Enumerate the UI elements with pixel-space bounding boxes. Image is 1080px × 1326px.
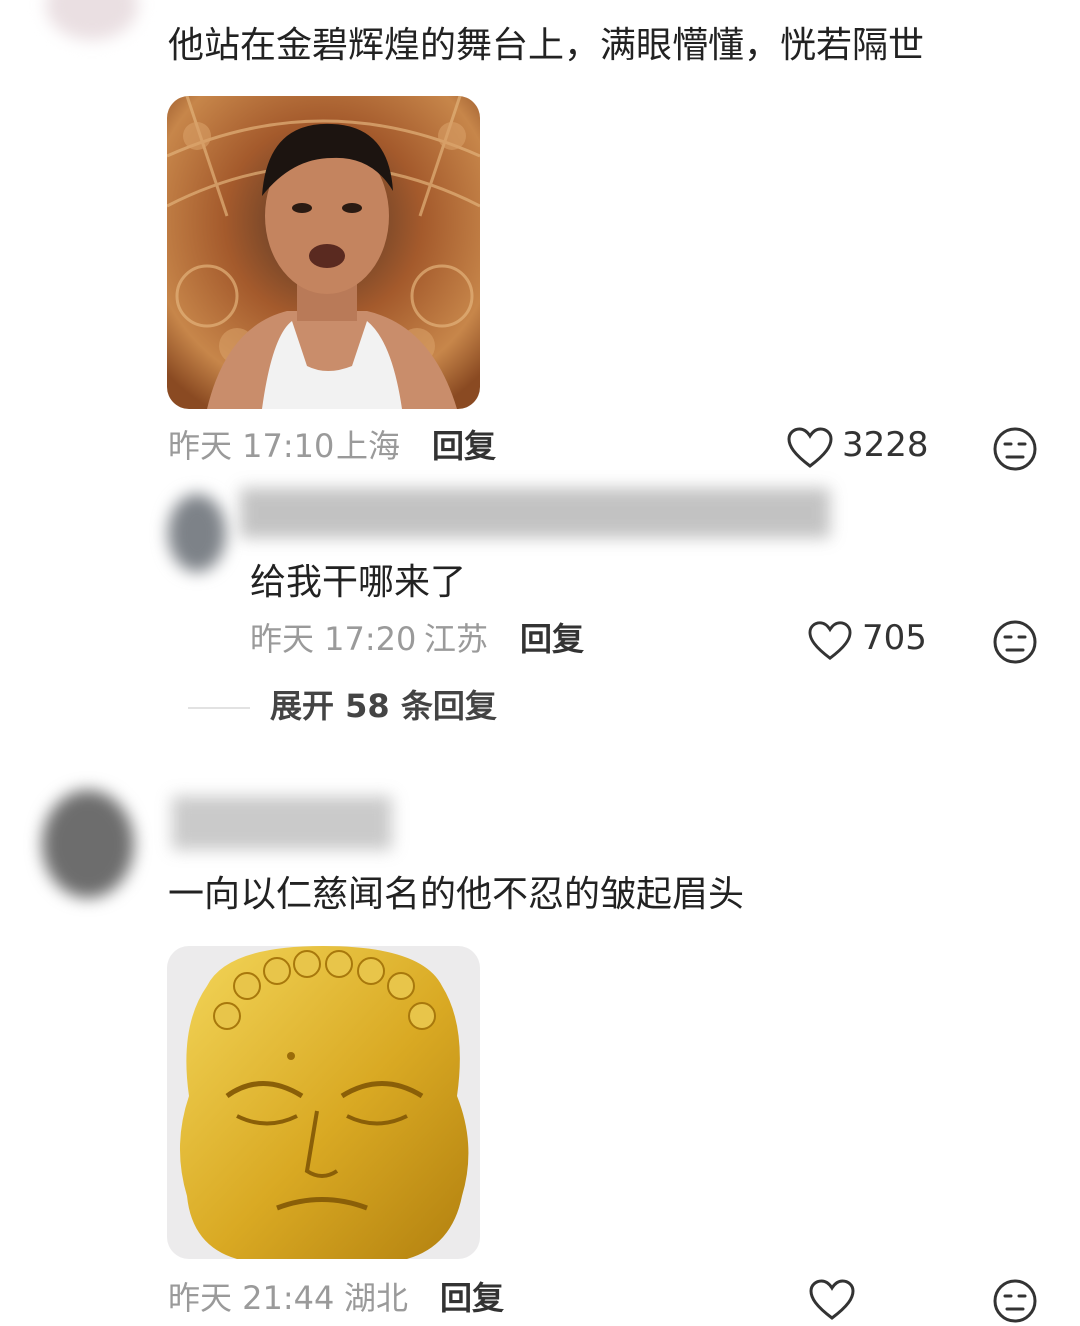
- reply-avatar[interactable]: [168, 494, 226, 572]
- heart-icon[interactable]: [807, 620, 853, 662]
- reply-username-redacted: [240, 488, 830, 538]
- meme-image-man[interactable]: [167, 96, 480, 409]
- comment-location: 湖北: [344, 1279, 409, 1317]
- reply-location: 江苏: [424, 620, 489, 658]
- commenter-username-redacted: [172, 796, 392, 850]
- heart-icon[interactable]: [808, 1278, 856, 1322]
- comment-timestamp: 昨天 21:44: [168, 1279, 335, 1317]
- reply-timestamp: 昨天 17:20: [250, 620, 417, 658]
- golden-buddha-image[interactable]: [167, 946, 480, 1259]
- comment-text: 一向以仁慈闻名的他不忍的皱起眉头: [168, 874, 745, 915]
- reply-button[interactable]: 回复: [440, 1282, 504, 1314]
- reply-like-count: 705: [862, 618, 927, 658]
- unamused-face-icon[interactable]: [992, 619, 1038, 665]
- man-in-tank-top-meme-image: [167, 96, 480, 409]
- reply-text: 给我干哪来了: [250, 562, 467, 603]
- heart-icon[interactable]: [786, 426, 834, 470]
- comment-text: 他站在金碧辉煌的舞台上，满眼懵懂，恍若隔世: [168, 25, 925, 66]
- expand-replies-link[interactable]: 展开 58 条回复: [270, 690, 497, 722]
- unamused-face-icon[interactable]: [992, 1278, 1038, 1324]
- comment-location: 上海: [336, 427, 401, 465]
- like-count: 3228: [842, 425, 929, 465]
- comment-timestamp: 昨天 17:10: [168, 427, 335, 465]
- reply-reply-button[interactable]: 回复: [520, 623, 584, 655]
- reply-button[interactable]: 回复: [432, 430, 496, 462]
- golden-buddha-head-image: [167, 946, 480, 1259]
- commenter-avatar[interactable]: [42, 790, 134, 898]
- commenter-avatar[interactable]: [46, 0, 138, 40]
- unamused-face-icon[interactable]: [992, 426, 1038, 472]
- expand-divider: [188, 707, 250, 709]
